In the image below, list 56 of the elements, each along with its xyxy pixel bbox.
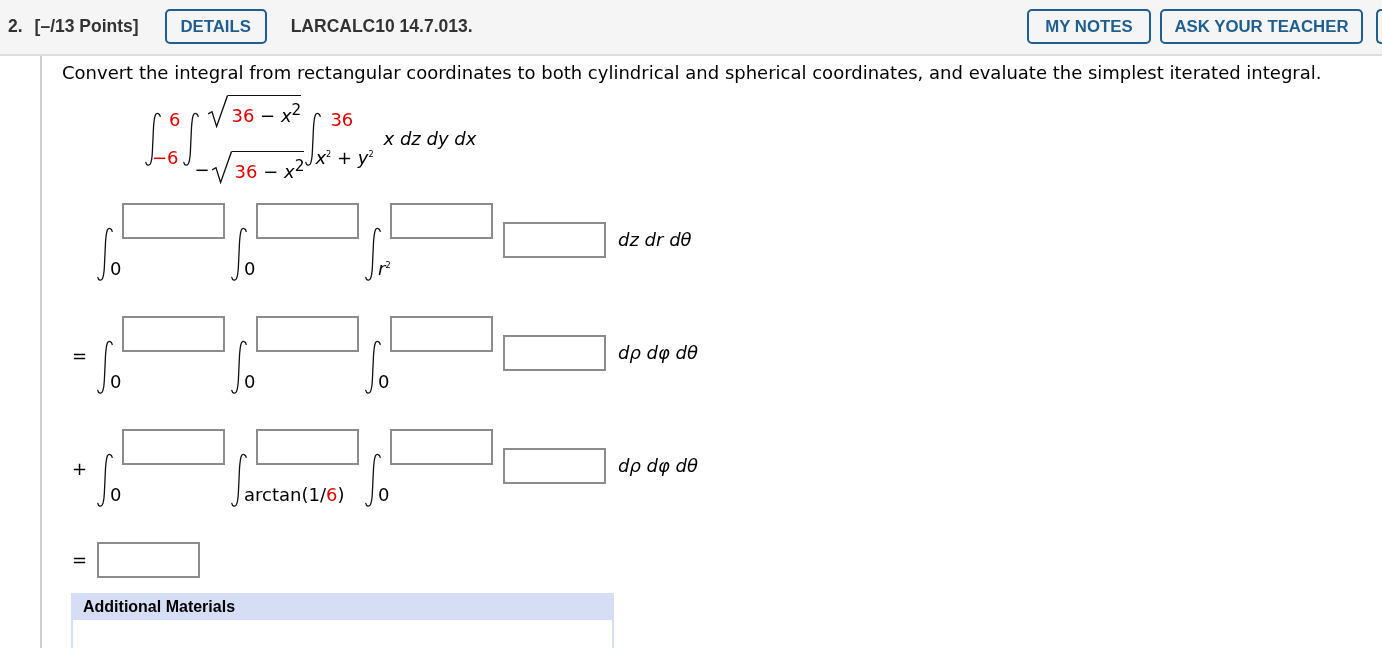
answer-box[interactable] xyxy=(122,429,225,465)
differentials-text: dρ dφ dθ xyxy=(618,342,699,364)
integral-sign-icon xyxy=(231,340,247,394)
notes-button[interactable]: MY NOTES xyxy=(1027,9,1151,44)
answer-box[interactable] xyxy=(122,316,225,352)
ask-teacher-button[interactable]: ASK YOUR TEACHER xyxy=(1160,9,1363,44)
answer-box[interactable] xyxy=(122,203,225,239)
integral-sign-icon xyxy=(365,453,381,507)
integral-sign-icon xyxy=(183,112,200,166)
lower-limit: arctan(1/6) xyxy=(244,484,345,506)
answer-box[interactable] xyxy=(256,429,359,465)
lower-limit: 0 xyxy=(110,371,122,393)
lower-limit: 0 xyxy=(110,484,122,506)
lower-limit: 0 xyxy=(244,258,256,280)
materials-title: Additional Materials xyxy=(83,597,236,617)
radical-sign-icon xyxy=(211,150,232,184)
question-text: Convert the integral from rectangular coordinates to both cylindrical and spherical coordinates, and evaluate the simplest iterated integral. xyxy=(62,61,1323,84)
radicand-text: 36 − x$^{2}$ xyxy=(228,94,302,128)
answer-box[interactable] xyxy=(390,203,493,239)
operator-sign: + xyxy=(71,458,88,480)
minus-sign: − xyxy=(194,159,210,182)
answer-box[interactable] xyxy=(503,222,606,258)
lower-limit: r$^{2}$ xyxy=(378,258,391,280)
lower-limit: 0 xyxy=(378,484,390,506)
upper-limit: 6 xyxy=(169,110,181,130)
details-button[interactable]: DETAILS xyxy=(164,9,267,44)
radical-sign-icon xyxy=(208,94,229,128)
answer-box[interactable] xyxy=(97,542,200,578)
lower-limit: −6 xyxy=(152,148,179,168)
answer-box[interactable] xyxy=(503,448,606,484)
partial-button[interactable] xyxy=(1376,9,1382,44)
integral-sign-icon xyxy=(97,227,113,281)
operator-sign: = xyxy=(71,345,88,367)
answer-box[interactable] xyxy=(503,335,606,371)
lower-limit: x$^{2}$ + y$^{2}$ xyxy=(315,148,374,168)
answer-box[interactable] xyxy=(390,429,493,465)
answer-box[interactable] xyxy=(256,203,359,239)
operator-sign: = xyxy=(71,549,88,571)
lower-limit: 0 xyxy=(378,371,390,393)
integral-sign-icon xyxy=(97,340,113,394)
points-label: [–/13 Points] xyxy=(34,16,139,37)
question-number: 2. xyxy=(8,16,23,37)
upper-limit: 36 xyxy=(330,110,354,130)
differentials-text: x dz dy dx xyxy=(383,128,477,150)
differentials-text: dz dr dθ xyxy=(618,229,692,251)
integral-sign-icon xyxy=(231,227,247,281)
problem-code: LARCALC10 14.7.013. xyxy=(290,16,473,37)
integral-sign-icon xyxy=(365,340,381,394)
answer-box[interactable] xyxy=(390,316,493,352)
differentials-text: dρ dφ dθ xyxy=(618,455,699,477)
integral-sign-icon xyxy=(231,453,247,507)
radicand-text: 36 − x$^{2}$ xyxy=(231,150,305,184)
lower-limit: 0 xyxy=(244,371,256,393)
answer-box[interactable] xyxy=(256,316,359,352)
integral-sign-icon xyxy=(97,453,113,507)
lower-limit: 0 xyxy=(110,258,122,280)
